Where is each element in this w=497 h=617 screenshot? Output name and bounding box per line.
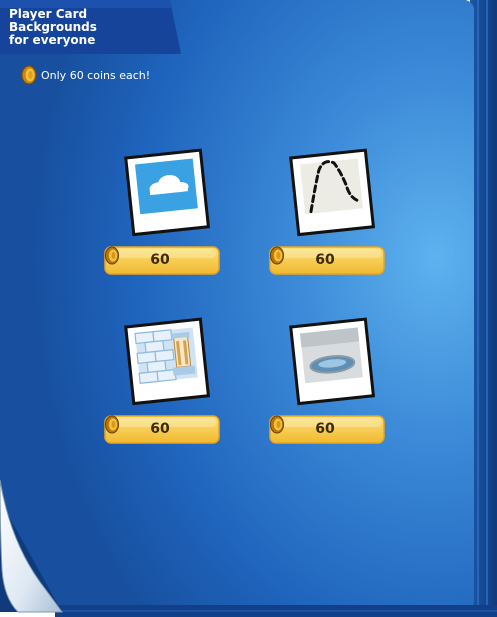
promo-line: Only 60 coins each!: [21, 64, 150, 86]
buy-button[interactable]: 60: [104, 415, 220, 444]
pool-room-thumbnail[interactable]: [285, 315, 405, 413]
coin-icon: [105, 246, 119, 265]
price-label: 60: [150, 252, 170, 268]
sky-cloud-thumbnail[interactable]: [120, 146, 240, 244]
price-label: 60: [315, 252, 335, 268]
buy-button[interactable]: 60: [104, 246, 220, 275]
dotted-path-thumbnail[interactable]: [285, 146, 405, 244]
coin-icon: [270, 415, 284, 434]
page-title: Player Card Backgrounds for everyone: [9, 7, 97, 47]
buy-button[interactable]: 60: [269, 246, 385, 275]
catalog-page: Player Card Backgrounds for everyone Onl…: [0, 0, 497, 617]
catalog-item[interactable]: 60: [104, 315, 240, 455]
igloo-wall-thumbnail[interactable]: [120, 315, 240, 413]
coin-icon: [105, 415, 119, 434]
price-label: 60: [315, 421, 335, 437]
price-label: 60: [150, 421, 170, 437]
catalog-item[interactable]: 60: [269, 315, 405, 455]
buy-button[interactable]: 60: [269, 415, 385, 444]
coin-icon: [270, 246, 284, 265]
coin-icon: [21, 65, 37, 85]
previous-page-curl[interactable]: [0, 470, 70, 617]
catalog-item[interactable]: 60: [269, 146, 405, 286]
promo-text: Only 60 coins each!: [41, 68, 151, 82]
catalog-page-background: [0, 0, 497, 617]
catalog-item[interactable]: 60: [104, 146, 240, 286]
